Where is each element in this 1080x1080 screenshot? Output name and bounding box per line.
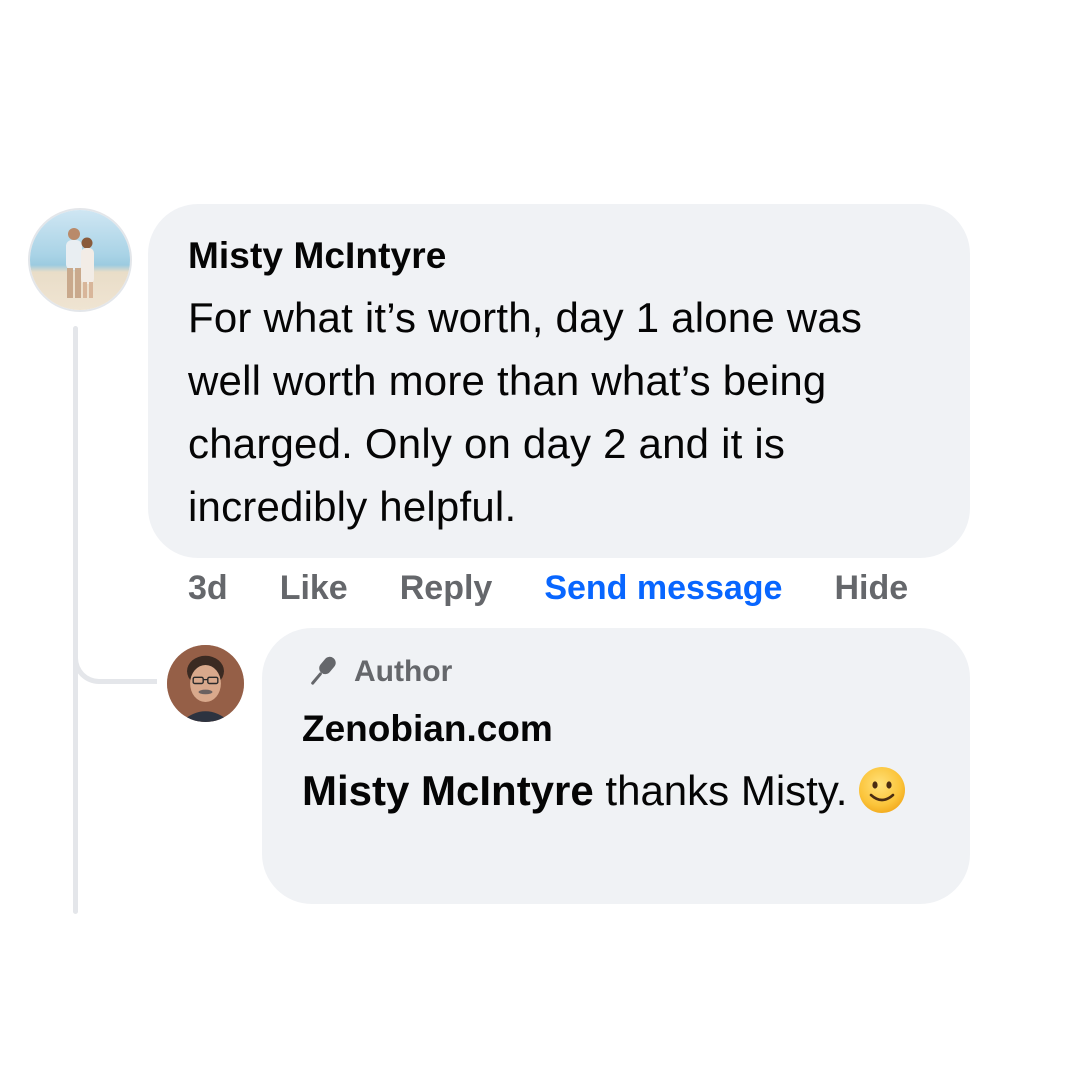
reply-author-name[interactable]: Zenobian.com xyxy=(302,707,930,751)
reply-text: Misty McIntyre thanks Misty. xyxy=(302,759,930,822)
reply-button[interactable]: Reply xyxy=(400,569,493,608)
send-message-button[interactable]: Send message xyxy=(544,569,782,608)
comment-bubble: Misty McIntyre For what it’s worth, day … xyxy=(148,204,970,558)
author-avatar[interactable] xyxy=(167,645,244,722)
thread-connector-line xyxy=(73,326,78,914)
mention-link[interactable]: Misty McIntyre xyxy=(302,767,594,814)
like-button[interactable]: Like xyxy=(280,569,348,608)
profile-photo-icon xyxy=(167,645,244,722)
hide-button[interactable]: Hide xyxy=(834,569,908,608)
comment-thread: Misty McIntyre For what it’s worth, day … xyxy=(0,0,1080,1080)
timestamp-link[interactable]: 3d xyxy=(188,569,228,608)
author-badge: Author xyxy=(302,650,930,694)
microphone-icon xyxy=(311,656,336,685)
reply-connector-curve xyxy=(73,628,157,684)
smiling-face-emoji-icon xyxy=(859,767,906,813)
author-badge-label: Author xyxy=(354,655,453,688)
commenter-name[interactable]: Misty McIntyre xyxy=(188,234,930,278)
reply-text-body: thanks Misty. xyxy=(593,767,848,814)
commenter-avatar[interactable] xyxy=(30,210,130,310)
comment-text: For what it’s worth, day 1 alone was wel… xyxy=(188,294,863,530)
comment-actions: 3d Like Reply Send message Hide xyxy=(188,566,908,610)
reply-bubble: Author Zenobian.com Misty McIntyre thank… xyxy=(262,628,970,904)
profile-photo-icon xyxy=(30,210,130,310)
